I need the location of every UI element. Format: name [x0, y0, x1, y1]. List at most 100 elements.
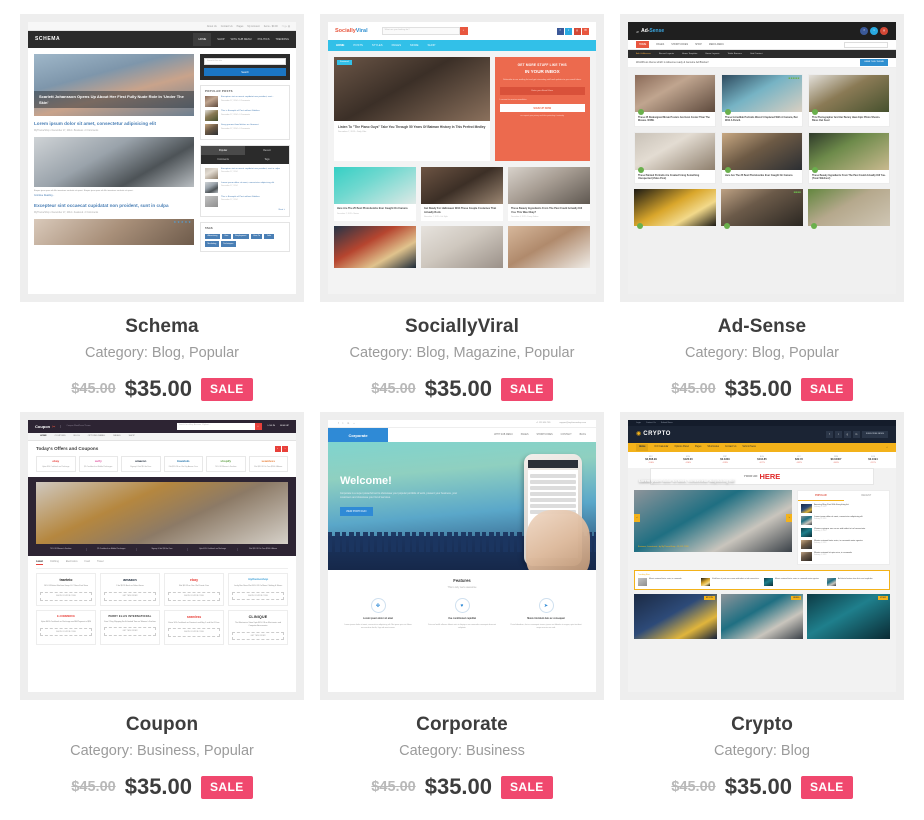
schema-topbar-link[interactable]: Contact Us	[221, 25, 233, 28]
product-title[interactable]: SociallyViral	[320, 316, 604, 338]
list-item[interactable]: Here Are The 25 Best Photobombs Ever Cau…	[721, 131, 803, 185]
list-item[interactable]: This is Example of Post without Sidebar …	[205, 110, 285, 122]
crypto-trending-title[interactable]: Mauris euismod tortor enim, in commodo e…	[775, 578, 819, 586]
sv-card-title[interactable]: Here Are The 25 Best Photobombs Ever Cau…	[337, 207, 413, 211]
schema-topbar-link[interactable]: My Account	[247, 25, 259, 28]
search-icon[interactable]: ⌕	[254, 423, 262, 430]
adsense-card-title[interactable]: These Painted Portraits Are Created Usin…	[635, 170, 715, 184]
adsense-card-title[interactable]: These Beauty Ingredients From The Past C…	[809, 170, 889, 184]
coupon-code-button[interactable]: SHOW COUPON CODE	[40, 627, 92, 636]
linkedin-icon[interactable]: in	[852, 431, 860, 438]
schema-popular-title[interactable]: This is Example of Post without Sidebar	[221, 110, 260, 113]
sv-nav-more[interactable]: MORE	[410, 43, 418, 47]
product-title[interactable]: Corporate	[320, 714, 604, 736]
coupon-nav-pages[interactable]: PAGES	[113, 435, 120, 438]
coupon-tab-food[interactable]: Food	[85, 560, 90, 565]
sv-nav-shop[interactable]: SHOP	[427, 43, 435, 47]
prev-arrow-icon[interactable]: ‹	[274, 446, 281, 452]
product-card-crypto[interactable]: Login Contact Us Submit News ◉ CRYPTO f …	[620, 412, 904, 800]
schema-next-link[interactable]: Next »	[205, 209, 285, 212]
sv-card-title[interactable]: Get Ready For Halloween With These Coupl…	[424, 207, 500, 214]
linkedin-icon[interactable]: in	[347, 422, 349, 425]
list-item[interactable]: These Painted Portraits Are Created Usin…	[634, 131, 716, 185]
list-item[interactable]: Get Ready For Halloween With These Coupl…	[421, 167, 503, 222]
adsense-cta-button[interactable]: GRAB THIS THEME	[860, 59, 888, 66]
ticker-item[interactable]: XRP $0.3329 -1.28%	[708, 456, 742, 464]
sv-optin-box[interactable]: GET MORE STUFF LIKE THIS IN YOUR INBOX S…	[494, 57, 590, 161]
corporate-nav-blog[interactable]: BLOG	[580, 434, 586, 437]
coupon-code-button[interactable]: GET THIS OFFER	[104, 627, 156, 636]
tag-chip[interactable]: Employment	[232, 233, 249, 240]
crypto-topbar-contact[interactable]: Contact Us	[646, 422, 656, 425]
coupon-nav-blog[interactable]: BLOG	[74, 435, 80, 438]
crypto-nav-submit[interactable]: Submit News	[742, 446, 756, 449]
adsense-subnav-4[interactable]: Tablet Banners	[727, 53, 742, 56]
facebook-icon[interactable]: f	[860, 27, 868, 35]
list-item[interactable]: These Beauty Ingredients From The Past C…	[508, 167, 590, 222]
adsense-nav-media[interactable]: MEDIA MENU	[709, 43, 724, 46]
coupon-code-button[interactable]: SHOW COUPON CODE	[168, 592, 220, 601]
list-item[interactable]: travelolo Flat $20 Off on Ola City Amaze…	[163, 456, 203, 473]
list-item[interactable]: CLINIQUE The Electronics Store Upto 80% …	[228, 609, 288, 645]
rss-icon[interactable]: ⌁	[353, 422, 354, 425]
product-title[interactable]: Ad-Sense	[620, 316, 904, 338]
list-item[interactable]: ebay Upto 40% Cashback on Recharge	[36, 456, 76, 473]
list-item[interactable]: Excepteur sint occaecat cupidatat non pr…	[205, 168, 285, 180]
search-icon[interactable]: ⌕	[459, 27, 468, 35]
list-item[interactable]: Vivamus quisque non eu mo mibi viderit e…	[801, 527, 886, 537]
list-item[interactable]: These 25 Redesigned Movie Posters Are Ev…	[634, 74, 716, 127]
list-item[interactable]: amazon 3 for $9.99 Each on Select Items …	[100, 572, 160, 606]
facebook-icon[interactable]: f	[825, 431, 833, 438]
crypto-topbar-login[interactable]: Login	[636, 422, 641, 425]
crypto-nav-contact[interactable]: Contact Us	[725, 446, 736, 449]
schema-post-title-2[interactable]: Excepteur sint occaecat cupidatat non pr…	[34, 203, 194, 209]
adsense-subnav-5[interactable]: Grid Content	[750, 53, 762, 56]
adsense-nav-pages[interactable]: PAGES	[656, 43, 664, 46]
adsense-card-title[interactable]: These 25 Redesigned Movie Posters Are Ev…	[635, 112, 715, 126]
coupon-search-input[interactable]: Search for eBay, Amazon, Flipkart...	[179, 424, 211, 426]
product-thumbnail-adsense[interactable]: ▰ Ad-Sense f t g HOME PAGES SHORTCODES S…	[620, 14, 904, 302]
product-thumbnail-coupon[interactable]: Coupon ✂ Coupon WordPress Theme Search f…	[20, 412, 304, 700]
crypto-nav-shortcodes[interactable]: Shortcodes	[707, 446, 719, 449]
sv-nav-posts[interactable]: POSTS	[353, 43, 362, 47]
coupon-nav-options[interactable]: OPTIONS PANEL	[88, 435, 105, 438]
coupon-code-button[interactable]: SHOW COUPON CODE	[232, 591, 284, 600]
prev-arrow-icon[interactable]: ‹	[634, 513, 640, 522]
product-title[interactable]: Coupon	[20, 714, 304, 736]
next-arrow-icon[interactable]: ›	[786, 513, 793, 522]
tag-chip[interactable]: Techniques	[220, 241, 236, 247]
crypto-trending-title[interactable]: Vivid lines ut justo nec ornare mibi vde…	[712, 578, 759, 586]
tag-chip[interactable]: Marketing	[205, 241, 219, 247]
adsense-card-title[interactable]: These Incredible Portraits Weren't Captu…	[722, 112, 802, 126]
schema-topbar-link[interactable]: Items - $0.00	[264, 25, 278, 28]
mail-icon[interactable]: ✉	[582, 27, 589, 35]
schema-nav-politics[interactable]: POLITICS	[258, 38, 270, 41]
list-item[interactable]: shopify 70% Off Women's Fashion	[206, 456, 246, 473]
list-item[interactable]: ♥ Use conditioned cupiditat Duis sed mol…	[424, 598, 500, 630]
coupon-signup[interactable]: SIGN UP	[280, 425, 289, 428]
schema-topbar-link[interactable]: Pages	[237, 25, 244, 28]
social-icons[interactable]: f t g+ ▦	[282, 25, 290, 28]
crypto-hero-title[interactable]: Lorem ipsum dolor sit amet, consectetur …	[639, 479, 787, 484]
facebook-icon[interactable]: f	[556, 27, 564, 35]
tag-chip[interactable]: Advertising	[205, 233, 220, 240]
product-card-schema[interactable]: About Us Contact Us Pages My Account Ite…	[20, 14, 304, 402]
list-item[interactable]: sulfy $5 Cashback on Mobile Recharges	[78, 456, 118, 473]
list-item[interactable]: Lorem ipsum dolor sit amet, consectetur …	[205, 182, 285, 194]
schema-search-widget[interactable]: Search this site Search	[200, 54, 290, 80]
coupon-code-button[interactable]: GET THIS OFFER	[104, 592, 156, 601]
list-item[interactable]: ebay Flat $6 Off on One Ola Private Cars…	[164, 572, 224, 606]
coupon-login[interactable]: LOG IN	[268, 425, 275, 428]
sv-search-input[interactable]: What are you looking for?	[385, 29, 410, 31]
list-item[interactable]: ■■■■	[721, 189, 803, 230]
corporate-nav-shortcodes[interactable]: SHORTCODES	[537, 434, 553, 437]
list-item[interactable]: Mauris euismod sit quis enim, in commodo…	[801, 551, 886, 561]
adsense-search-input[interactable]	[844, 41, 888, 48]
corporate-logo[interactable]: Corporate	[348, 433, 367, 438]
list-item[interactable]: seamless Flat $20 Off On Your $200 & Abo…	[248, 456, 288, 473]
product-thumbnail-crypto[interactable]: Login Contact Us Submit News ◉ CRYPTO f …	[620, 412, 904, 700]
list-item[interactable]: traeteio 10% Off Entire Machine Group LL…	[36, 572, 96, 606]
schema-read-more[interactable]: Continue Reading...	[34, 195, 194, 198]
sv-logo-part2[interactable]: Viral	[356, 28, 368, 34]
sv-optin-email-input[interactable]: Enter your Email Here	[531, 90, 553, 93]
